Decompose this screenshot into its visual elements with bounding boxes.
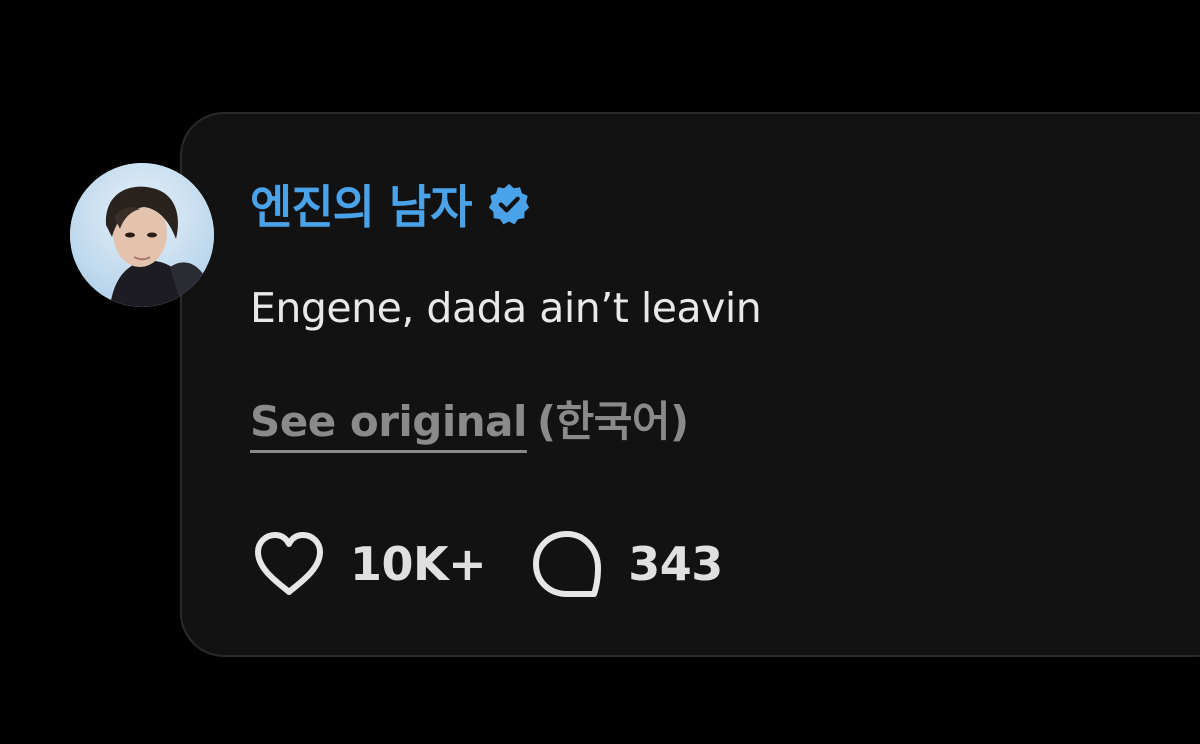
- post-text: Engene, dada ain’t leavin: [250, 284, 762, 332]
- avatar-image: [70, 163, 214, 307]
- author-row: 엔진의 남자: [250, 172, 532, 236]
- speech-bubble-icon: [528, 528, 606, 600]
- avatar[interactable]: [70, 163, 214, 307]
- heart-icon: [250, 528, 328, 600]
- like-count: 10K+: [350, 537, 487, 591]
- reply-count: 343: [628, 537, 723, 591]
- translation-row: See original (한국어): [250, 388, 689, 449]
- verified-badge-icon: [486, 181, 532, 227]
- like-button[interactable]: 10K+: [250, 528, 487, 600]
- see-original-link[interactable]: See original: [250, 397, 527, 446]
- action-bar: 10K+ 343: [250, 528, 723, 600]
- reply-button[interactable]: 343: [528, 528, 723, 600]
- original-language-label: (한국어): [536, 397, 689, 446]
- author-name[interactable]: 엔진의 남자: [250, 171, 473, 237]
